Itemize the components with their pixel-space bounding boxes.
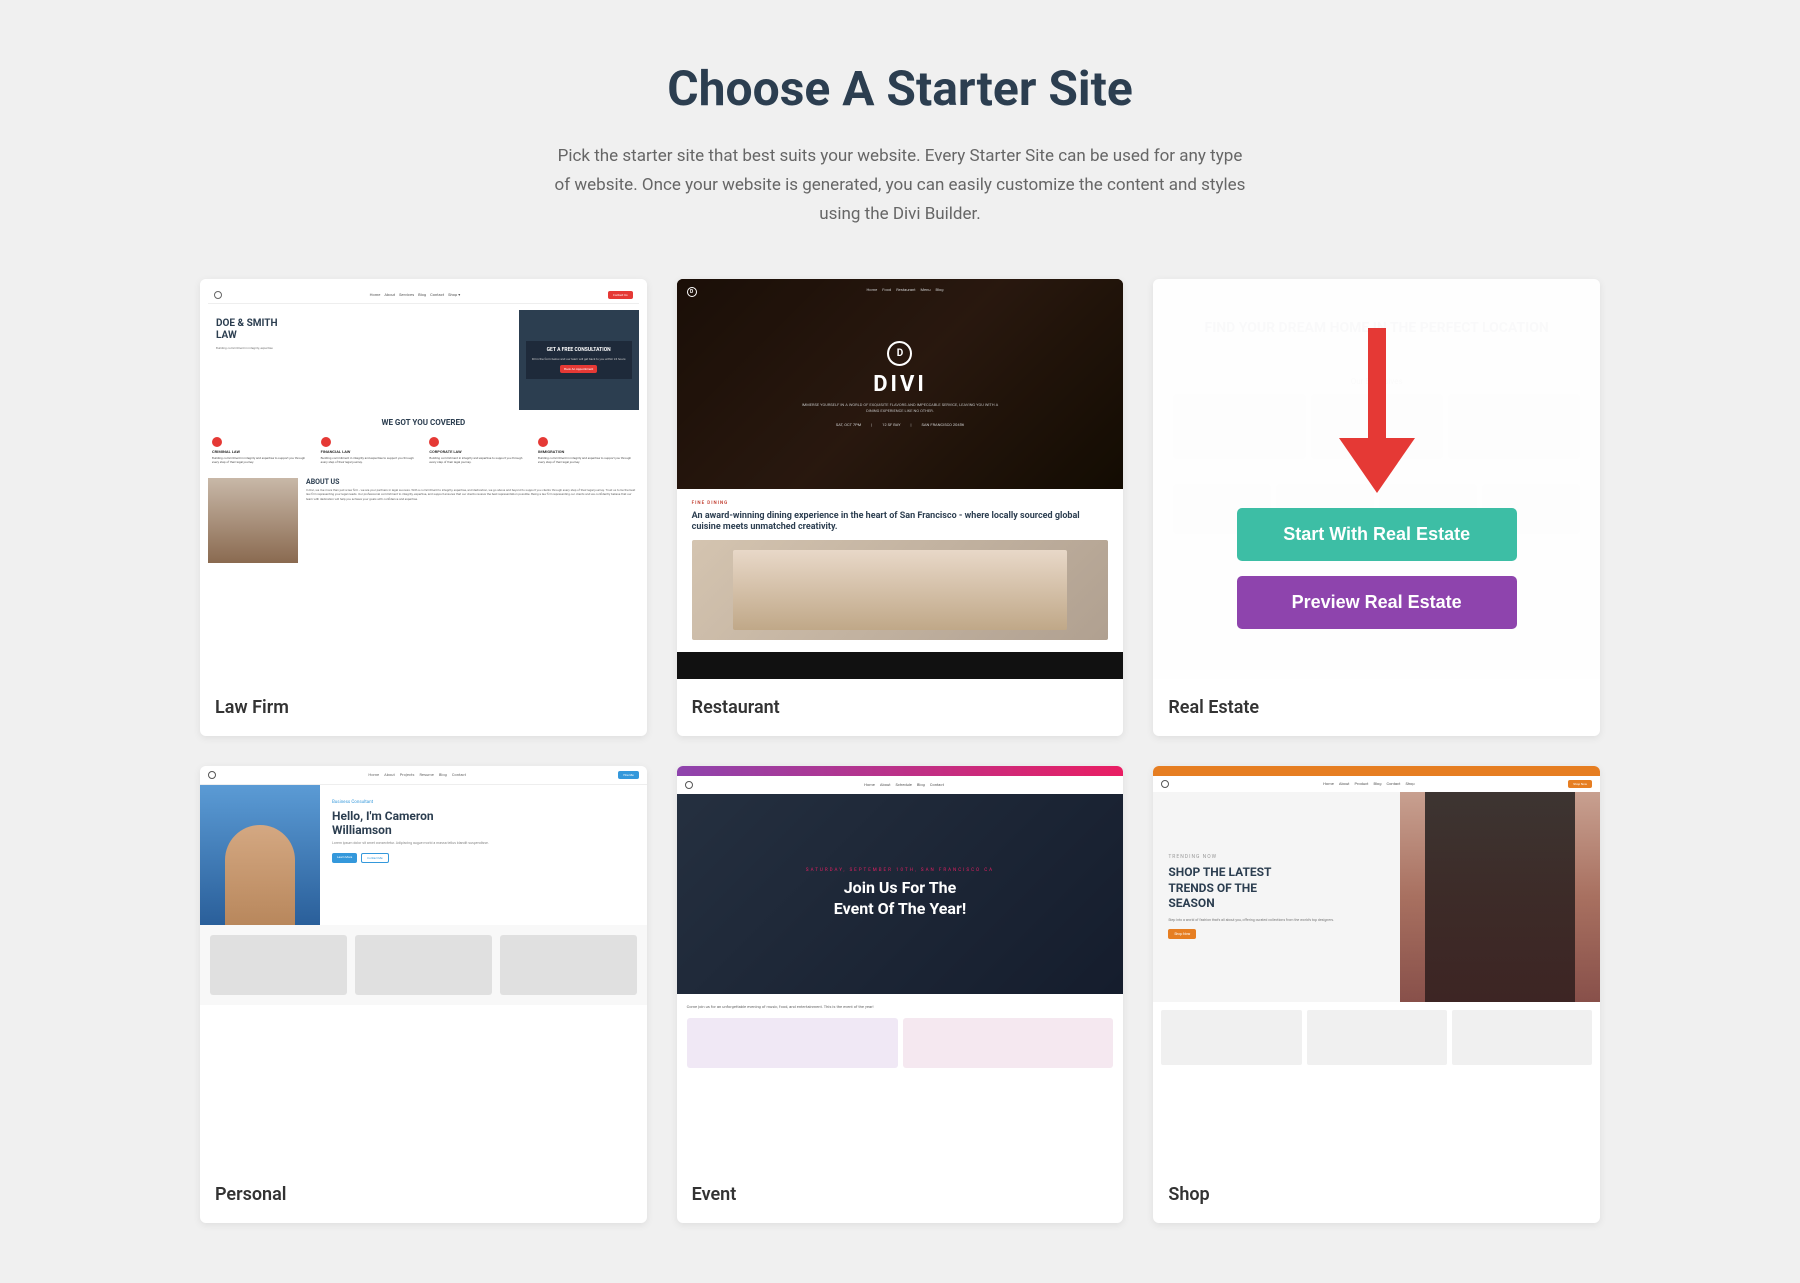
card-preview-restaurant: D HomeFoodRestaurantMenuBlog D DIVI IMME… xyxy=(677,279,1124,679)
card-preview-event: HomeAboutScheduleBlogContact SATURDAY, S… xyxy=(677,766,1124,1166)
card-preview-shop: HomeAboutProductBlogContactShop Shop Now… xyxy=(1153,766,1600,1166)
header-section: Choose A Starter Site Pick the starter s… xyxy=(200,60,1600,229)
card-label-event: Event xyxy=(677,1166,1124,1223)
card-preview-personal: HomeAboutProjectsResumeBlogContact Hire … xyxy=(200,766,647,1166)
page-container: Choose A Starter Site Pick the starter s… xyxy=(0,0,1800,1283)
card-preview-law-firm: Home About Services Blog Contact Shop ▾ … xyxy=(200,279,647,679)
card-label-shop: Shop xyxy=(1153,1166,1600,1223)
card-restaurant[interactable]: D HomeFoodRestaurantMenuBlog D DIVI IMME… xyxy=(677,279,1124,736)
bottom-cards-grid: HomeAboutProjectsResumeBlogContact Hire … xyxy=(200,766,1600,1223)
card-label-restaurant: Restaurant xyxy=(677,679,1124,736)
start-real-estate-button[interactable]: Start With Real Estate xyxy=(1237,508,1517,561)
card-label-personal: Personal xyxy=(200,1166,647,1223)
card-label-law-firm: Law Firm xyxy=(200,679,647,736)
page-subtitle: Pick the starter site that best suits yo… xyxy=(550,142,1250,229)
card-event[interactable]: HomeAboutScheduleBlogContact SATURDAY, S… xyxy=(677,766,1124,1223)
top-cards-grid: Home About Services Blog Contact Shop ▾ … xyxy=(200,279,1600,736)
preview-real-estate-button[interactable]: Preview Real Estate xyxy=(1237,576,1517,629)
card-preview-real-estate: FIND YOUR DREAM HOME IN THE PERFECT LOCA… xyxy=(1153,279,1600,679)
card-label-real-estate: Real Estate xyxy=(1153,679,1600,736)
card-real-estate[interactable]: FIND YOUR DREAM HOME IN THE PERFECT LOCA… xyxy=(1153,279,1600,736)
lf-section-title: WE GOT YOU COVERED xyxy=(208,418,639,427)
card-personal[interactable]: HomeAboutProjectsResumeBlogContact Hire … xyxy=(200,766,647,1223)
card-overlay-real-estate: Start With Real Estate Preview Real Esta… xyxy=(1153,279,1600,679)
lf-contact-btn: Contact Us xyxy=(608,291,633,299)
card-shop[interactable]: HomeAboutProductBlogContactShop Shop Now… xyxy=(1153,766,1600,1223)
arrow-indicator xyxy=(1339,328,1415,493)
page-title: Choose A Starter Site xyxy=(200,60,1600,117)
card-law-firm[interactable]: Home About Services Blog Contact Shop ▾ … xyxy=(200,279,647,736)
